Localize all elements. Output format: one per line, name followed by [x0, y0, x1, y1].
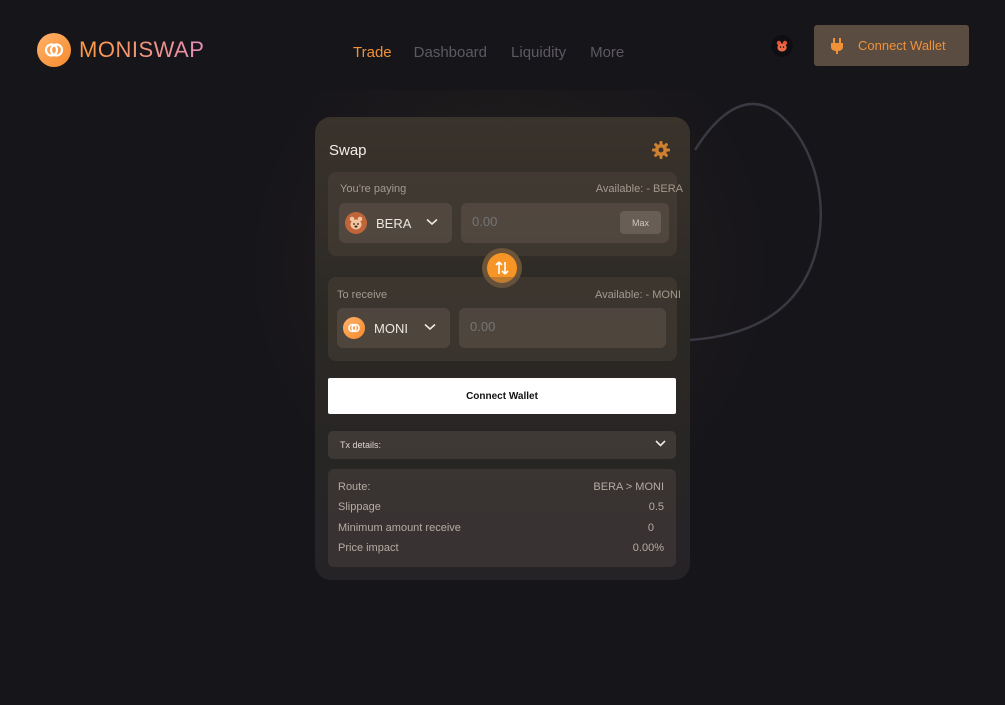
- swap-title: Swap: [329, 142, 367, 159]
- nav-dashboard[interactable]: Dashboard: [414, 44, 487, 61]
- detail-row-price-impact: Price impact 0.00%: [338, 542, 664, 556]
- receive-amount-box: [459, 308, 666, 348]
- chevron-down-icon: [424, 323, 436, 331]
- tx-details-label: Tx details:: [340, 440, 382, 450]
- receive-amount-input[interactable]: [470, 319, 610, 334]
- main-nav: Trade Dashboard Liquidity More: [353, 44, 648, 61]
- header-connect-wallet-label: Connect Wallet: [858, 38, 946, 53]
- connect-wallet-button[interactable]: Connect Wallet: [328, 378, 676, 414]
- moni-token-icon: [343, 317, 365, 339]
- detail-key: Minimum amount receive: [338, 522, 461, 534]
- moniswap-logo-icon: [37, 33, 71, 67]
- berachain-bear-icon[interactable]: [771, 35, 793, 57]
- nav-trade[interactable]: Trade: [353, 44, 392, 61]
- chevron-down-icon: [655, 440, 666, 447]
- pay-panel: You’re paying Available: - BERA BERA Max: [328, 172, 683, 256]
- detail-value: 0: [647, 522, 654, 534]
- max-button[interactable]: Max: [620, 211, 661, 234]
- nav-more[interactable]: More: [590, 44, 624, 61]
- pay-amount-box: Max: [461, 203, 669, 243]
- tx-details-toggle[interactable]: Tx details:: [328, 431, 676, 459]
- detail-value: BERA > MONI: [593, 481, 664, 493]
- detail-value: 0.5: [648, 501, 664, 513]
- detail-key: Price impact: [338, 542, 399, 554]
- detail-key: Slippage: [338, 501, 381, 513]
- receive-available: Available: - MONI: [595, 289, 681, 301]
- pay-token-name: BERA: [376, 215, 412, 231]
- detail-row-route: Route: BERA > MONI: [338, 481, 664, 495]
- pay-amount-input[interactable]: [472, 214, 612, 229]
- chevron-down-icon: [426, 218, 438, 226]
- brand-logo[interactable]: MONISWAP: [37, 33, 204, 67]
- brand-name: MONISWAP: [79, 37, 205, 62]
- receive-token-name: MONI: [374, 320, 408, 336]
- bera-token-icon: [345, 212, 367, 234]
- detail-row-min-receive: Minimum amount receive 0: [338, 522, 664, 536]
- receive-label: To receive: [337, 289, 388, 301]
- detail-row-slippage: Slippage 0.5: [338, 501, 664, 515]
- gear-icon[interactable]: [651, 140, 671, 160]
- pay-available: Available: - BERA: [595, 183, 683, 195]
- detail-value: 0.00%: [632, 542, 664, 554]
- swap-card: Swap You’re paying Available: - BERA BER…: [315, 117, 690, 580]
- nav-liquidity[interactable]: Liquidity: [511, 44, 566, 61]
- tx-details-panel: Route: BERA > MONI Slippage 0.5 Minimum …: [328, 469, 676, 567]
- header-connect-wallet-button[interactable]: Connect Wallet: [814, 25, 969, 66]
- pay-label: You’re paying: [340, 183, 407, 195]
- receive-panel: To receive Available: - MONI MONI: [328, 277, 681, 361]
- detail-key: Route:: [338, 481, 371, 493]
- plug-icon: [830, 37, 844, 54]
- pay-token-select[interactable]: BERA: [339, 203, 452, 243]
- receive-token-select[interactable]: MONI: [337, 308, 450, 348]
